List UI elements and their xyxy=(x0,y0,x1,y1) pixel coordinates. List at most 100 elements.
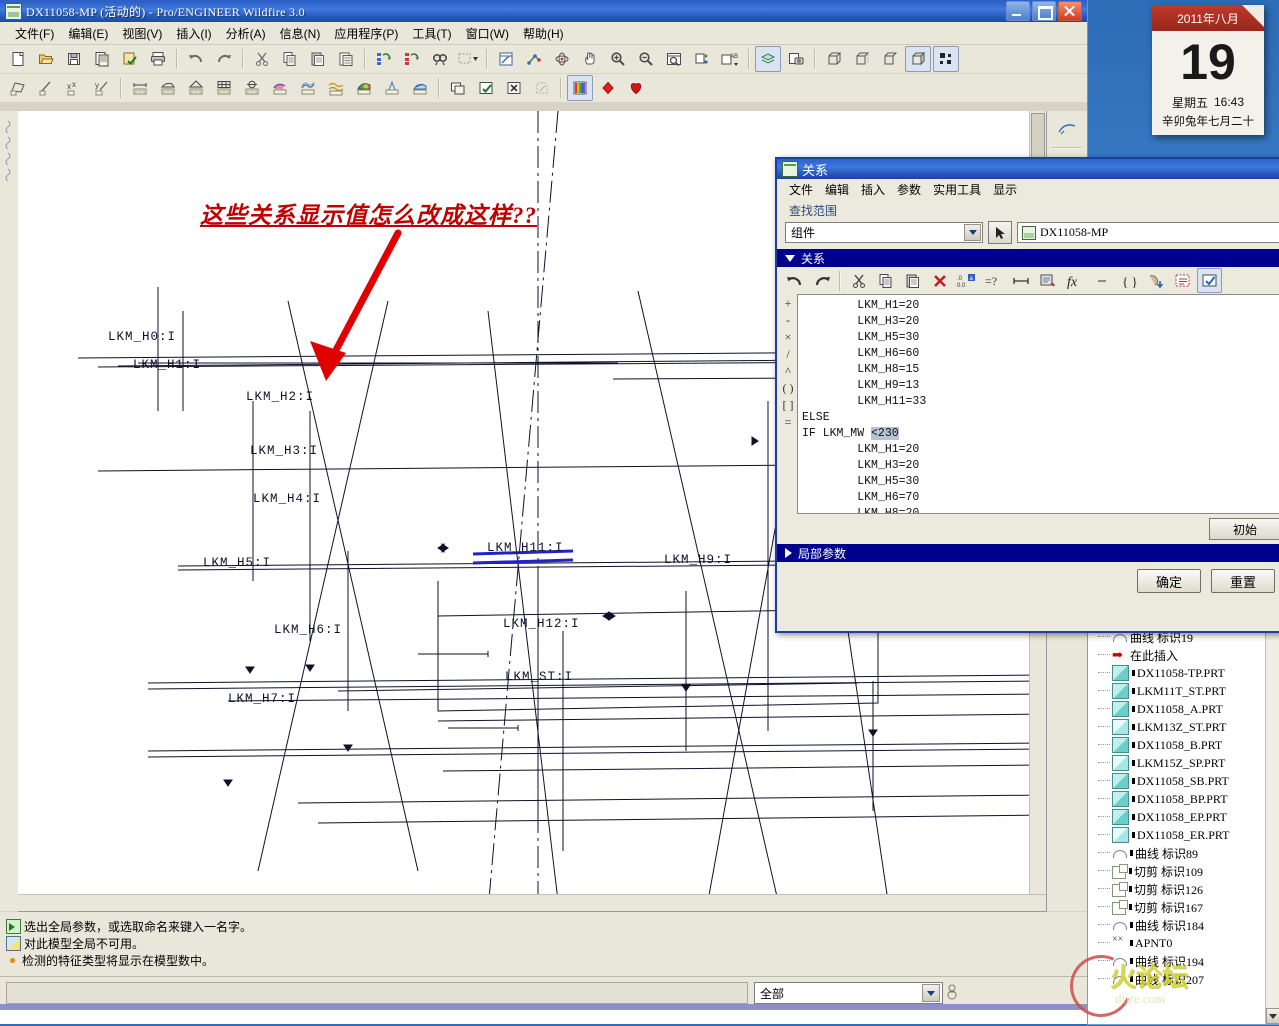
menu-applications[interactable]: 应用程序(P) xyxy=(327,23,405,44)
open-file-icon[interactable] xyxy=(33,46,59,72)
chevron-down-icon[interactable] xyxy=(964,224,981,241)
scope-combo[interactable]: 组件 xyxy=(785,222,983,243)
wireframe-icon[interactable] xyxy=(821,46,847,72)
model-tree-row[interactable]: 曲线 标识207 xyxy=(1088,970,1279,988)
local-params-section-header[interactable]: 局部参数 xyxy=(777,544,1279,562)
model-tree-row[interactable]: DX11058_SB.PRT xyxy=(1088,772,1279,790)
relation-line[interactable]: IF LKM_MW <230 xyxy=(798,426,1279,442)
shaded-icon[interactable] xyxy=(905,46,931,72)
model-tree-row[interactable]: 切剪 标识126 xyxy=(1088,880,1279,898)
redo-icon[interactable] xyxy=(211,46,237,72)
relation-line[interactable]: LKM_H11=33 xyxy=(798,394,1279,410)
check-icon[interactable] xyxy=(1197,268,1222,293)
relation-line[interactable]: LKM_H3=20 xyxy=(798,458,1279,474)
red-diamond-icon[interactable] xyxy=(595,75,621,101)
measure-area-icon[interactable] xyxy=(5,75,31,101)
decimal-places-icon[interactable]: .0 0.0 a xyxy=(954,268,979,293)
model-tree-row[interactable]: 切剪 标识167 xyxy=(1088,898,1279,916)
reldlg-menu-utilities[interactable]: 实用工具 xyxy=(927,179,987,200)
menu-tools[interactable]: 工具(T) xyxy=(405,23,458,44)
regenerate-icon[interactable] xyxy=(371,46,397,72)
sketch-view-icon[interactable] xyxy=(493,46,519,72)
dimension-switch-icon[interactable] xyxy=(1008,268,1033,293)
relation-line[interactable]: LKM_H6=60 xyxy=(798,346,1279,362)
spin-center-icon[interactable] xyxy=(549,46,575,72)
verify-relations-icon[interactable]: =? xyxy=(981,268,1006,293)
dim-linear-icon[interactable] xyxy=(127,75,153,101)
new-window-icon[interactable] xyxy=(445,75,471,101)
operator-brackets[interactable]: [ ] xyxy=(783,398,794,412)
braces-icon[interactable]: { } xyxy=(1116,268,1141,293)
model-tree-row[interactable]: LKM13Z_ST.PRT xyxy=(1088,718,1279,736)
model-tree-row[interactable]: DX11058-TP.PRT xyxy=(1088,664,1279,682)
reldlg-menu-insert[interactable]: 插入 xyxy=(855,179,891,200)
relation-line[interactable]: LKM_H9=13 xyxy=(798,378,1279,394)
zoom-out-icon[interactable] xyxy=(633,46,659,72)
initial-button[interactable]: 初始 xyxy=(1209,518,1279,540)
selected-token[interactable]: <230 xyxy=(871,427,899,440)
sketch-tool-icon[interactable] xyxy=(1053,114,1081,142)
curvature-icon[interactable] xyxy=(267,75,293,101)
reset-button[interactable]: 重置 xyxy=(1211,569,1275,593)
sort-icon[interactable] xyxy=(1143,268,1168,293)
relation-line[interactable]: LKM_H5=30 xyxy=(798,330,1279,346)
reflection-icon[interactable] xyxy=(323,75,349,101)
graphics-horizontal-scrollbar[interactable] xyxy=(18,894,1046,911)
relation-line[interactable]: LKM_H8=20 xyxy=(798,506,1279,513)
relations-text-editor[interactable]: LKM_H1=20 LKM_H3=20 LKM_H5=30 LKM_H6=60 … xyxy=(797,294,1279,514)
paste-icon[interactable] xyxy=(900,268,925,293)
model-tree-row[interactable]: DX11058_B.PRT xyxy=(1088,736,1279,754)
edit-list-icon[interactable] xyxy=(1170,268,1195,293)
draft-check-icon[interactable] xyxy=(379,75,405,101)
menu-file[interactable]: 文件(F) xyxy=(8,23,61,44)
selection-filter-combo[interactable]: 全部 xyxy=(754,982,943,1004)
zoom-in-icon[interactable] xyxy=(605,46,631,72)
paste-icon[interactable] xyxy=(305,46,331,72)
info-relations-icon[interactable] xyxy=(1035,268,1060,293)
redo-icon[interactable] xyxy=(809,268,834,293)
measure-axis-icon[interactable]: y xyxy=(89,75,115,101)
regenerate-all-icon[interactable] xyxy=(399,46,425,72)
relations-dialog[interactable]: 关系 文件 编辑 插入 参数 实用工具 显示 查找范围 组件 DX11058-M… xyxy=(775,157,1279,633)
model-tree-row[interactable]: 曲线 标识184 xyxy=(1088,916,1279,934)
layers-icon[interactable] xyxy=(755,46,781,72)
cut-icon[interactable] xyxy=(846,268,871,293)
ok-button[interactable]: 确定 xyxy=(1137,569,1201,593)
named-view-icon[interactable]: AB xyxy=(717,46,743,72)
select-box-icon[interactable] xyxy=(455,46,481,72)
model-tree-panel[interactable]: 曲线 标识66曲线 标识11曲线 标识19➡在此插入DX11058-TP.PRT… xyxy=(1087,600,1279,1025)
strip-handle-icon[interactable] xyxy=(4,165,14,182)
operator-multiply[interactable]: × xyxy=(785,330,792,344)
model-tree-row[interactable]: LKM11T_ST.PRT xyxy=(1088,682,1279,700)
refit-icon[interactable] xyxy=(661,46,687,72)
model-tree-row[interactable]: DX11058_EP.PRT xyxy=(1088,808,1279,826)
menu-view[interactable]: 视图(V) xyxy=(115,23,169,44)
strip-handle-icon[interactable] xyxy=(4,133,14,150)
repaint-icon[interactable] xyxy=(689,46,715,72)
menu-window[interactable]: 窗口(W) xyxy=(459,23,516,44)
model-tree-row[interactable]: DX11058_BP.PRT xyxy=(1088,790,1279,808)
minimize-button[interactable] xyxy=(1006,1,1030,21)
reldlg-menu-file[interactable]: 文件 xyxy=(783,179,819,200)
undo-icon[interactable] xyxy=(183,46,209,72)
relation-line[interactable]: LKM_H1=20 xyxy=(798,442,1279,458)
selection-filter-icon[interactable] xyxy=(943,983,961,1004)
activate-window-icon[interactable] xyxy=(473,75,499,101)
measure-length-icon[interactable] xyxy=(33,75,59,101)
no-hidden-icon[interactable] xyxy=(877,46,903,72)
menu-analysis[interactable]: 分析(A) xyxy=(219,23,273,44)
copy-icon[interactable] xyxy=(873,268,898,293)
print-icon[interactable] xyxy=(145,46,171,72)
select-arrow-icon[interactable] xyxy=(988,221,1012,244)
model-tree-row[interactable]: ➡ 在此插入 xyxy=(1088,646,1279,664)
cut-icon[interactable] xyxy=(249,46,275,72)
function-fx-icon[interactable]: fx xyxy=(1062,268,1087,293)
color-map-icon[interactable] xyxy=(351,75,377,101)
check-document-icon[interactable] xyxy=(117,46,143,72)
relation-line[interactable]: LKM_H1=20 xyxy=(798,298,1279,314)
operator-plus[interactable]: + xyxy=(785,296,792,310)
dim-grid-icon[interactable] xyxy=(211,75,237,101)
scrollbar-track[interactable] xyxy=(1266,615,1279,1010)
undo-icon[interactable] xyxy=(782,268,807,293)
measure-distance-icon[interactable]: xx xyxy=(61,75,87,101)
